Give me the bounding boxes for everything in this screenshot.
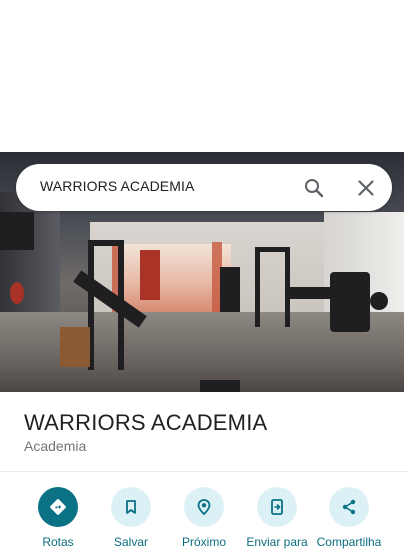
bookmark-icon[interactable] (111, 487, 151, 527)
photo-bench (60, 327, 90, 367)
send-to-phone-label: Enviar para (246, 535, 308, 549)
photo-machine (255, 247, 290, 252)
photo-pad (140, 250, 160, 300)
divider (0, 471, 408, 472)
nearby-button[interactable]: Próximo (167, 487, 241, 549)
place-category[interactable]: Academia (24, 438, 86, 454)
nearby-icon[interactable] (184, 487, 224, 527)
photo-machine (330, 272, 370, 332)
save-label: Salvar (113, 535, 148, 549)
send-to-phone-icon[interactable] (257, 487, 297, 527)
close-icon[interactable] (354, 176, 378, 200)
directions-button[interactable]: Rotas (21, 487, 95, 549)
place-title: WARRIORS ACADEMIA (24, 410, 268, 435)
photo-machine (0, 212, 34, 250)
blank-top-area (0, 0, 408, 152)
nearby-label: Próximo (181, 535, 226, 549)
save-button[interactable]: Salvar (94, 487, 168, 549)
directions-icon[interactable] (38, 487, 78, 527)
share-button[interactable]: Compartilha (312, 487, 386, 549)
photo-machine (370, 292, 388, 310)
send-to-phone-button[interactable]: Enviar para (240, 487, 314, 549)
photo-weight-plate (10, 282, 24, 304)
share-icon[interactable] (329, 487, 369, 527)
search-query[interactable]: WARRIORS ACADEMIA (40, 178, 194, 194)
search-bar[interactable]: WARRIORS ACADEMIA (16, 164, 392, 211)
directions-label: Rotas (42, 535, 74, 549)
photo-machine (255, 247, 260, 327)
photo-machine (200, 380, 240, 392)
photo-machine (220, 267, 240, 312)
search-icon[interactable] (302, 176, 326, 200)
photo-machine (290, 287, 330, 299)
photo-machine (88, 240, 124, 246)
share-label: Compartilha (316, 535, 382, 549)
